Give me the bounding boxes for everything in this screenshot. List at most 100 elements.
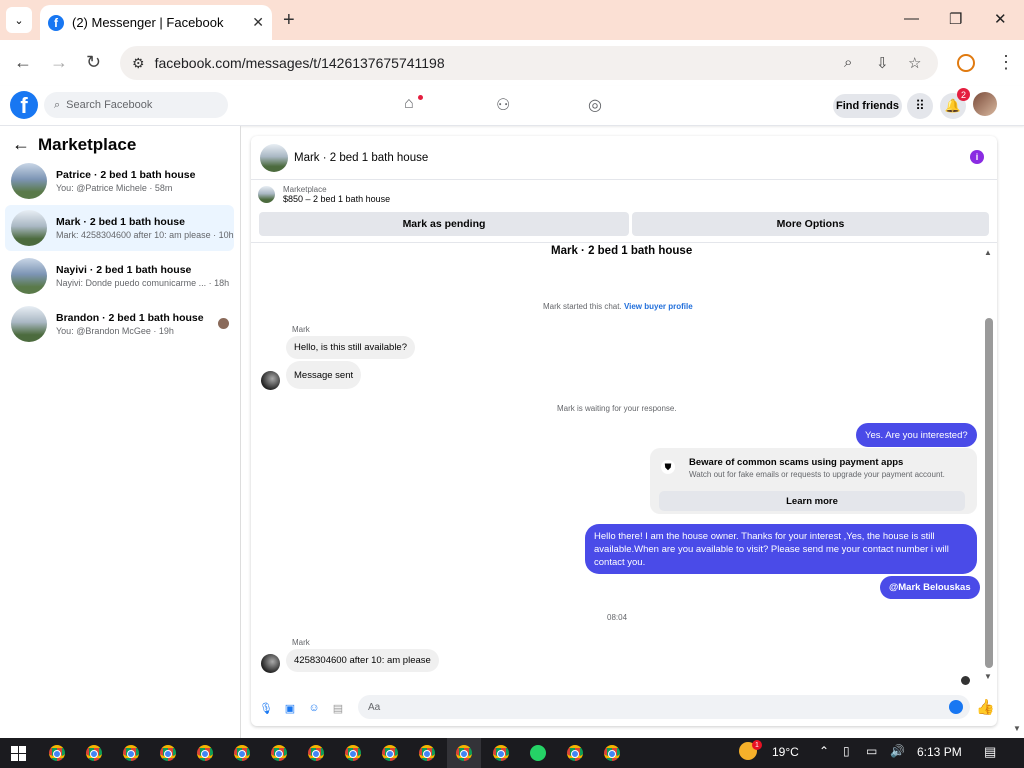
close-window-icon[interactable]: ✕ xyxy=(994,10,1007,28)
conversation-title: Patrice · 2 bed 1 bath house xyxy=(56,169,196,181)
scroll-down-icon[interactable]: ▼ xyxy=(984,672,992,681)
chrome-icon[interactable] xyxy=(567,745,583,761)
back-icon[interactable]: ← xyxy=(14,52,32,73)
new-tab-icon[interactable]: + xyxy=(283,9,295,32)
sticker-icon[interactable]: ☺ xyxy=(307,701,321,715)
minimize-icon[interactable]: — xyxy=(904,10,919,27)
whatsapp-icon[interactable] xyxy=(530,745,546,761)
seen-avatar xyxy=(218,318,229,329)
account-avatar[interactable] xyxy=(973,92,997,116)
incoming-message[interactable]: Message sent xyxy=(286,361,362,389)
chrome-icon[interactable] xyxy=(49,745,65,761)
learn-more-button[interactable]: Learn more xyxy=(659,491,965,511)
sender-avatar[interactable] xyxy=(261,371,280,390)
view-buyer-profile-link[interactable]: View buyer profile xyxy=(624,302,693,311)
conversation-item[interactable]: Nayivi · 2 bed 1 bath house Nayivi: Dond… xyxy=(5,253,234,299)
photo-icon[interactable]: ▣ xyxy=(283,701,297,715)
listing-thumbnail xyxy=(258,186,275,203)
restore-icon[interactable]: ❐ xyxy=(949,10,962,28)
browser-toolbar: ← → ↻ ⚙ facebook.com/messages/t/14261376… xyxy=(0,40,1024,86)
sidebar-title: Marketplace xyxy=(38,134,137,154)
url-text: facebook.com/messages/t/1426137675741198 xyxy=(154,55,445,71)
chrome-icon[interactable] xyxy=(308,745,324,761)
waiting-note: Mark is waiting for your response. xyxy=(557,404,677,413)
volume-icon[interactable]: 🔊 xyxy=(890,744,905,758)
zoom-icon[interactable]: ⌕ xyxy=(844,54,852,71)
more-options-button[interactable]: More Options xyxy=(632,212,989,236)
find-friends-button[interactable]: Find friends xyxy=(833,94,902,118)
browser-menu-icon[interactable]: ⋮ xyxy=(997,52,1015,73)
mark-as-pending-button[interactable]: Mark as pending xyxy=(259,212,629,236)
chat-scrollbar[interactable] xyxy=(985,318,993,668)
conversation-title: Nayivi · 2 bed 1 bath house xyxy=(56,264,192,276)
listing-thumbnail[interactable] xyxy=(260,143,288,172)
sender-avatar[interactable] xyxy=(261,654,280,673)
incoming-message[interactable]: Hello, is this still available? xyxy=(286,336,415,359)
outgoing-message[interactable]: Yes. Are you interested? xyxy=(856,423,977,447)
reload-icon[interactable]: ↻ xyxy=(86,52,101,73)
sidebar-header: ← Marketplace xyxy=(12,134,136,155)
install-app-icon[interactable]: ⇩ xyxy=(876,54,889,72)
conversation-item-active[interactable]: Mark · 2 bed 1 bath house Mark: 42583046… xyxy=(5,205,234,251)
address-bar[interactable]: ⚙ facebook.com/messages/t/14261376757411… xyxy=(120,46,938,80)
scroll-up-icon[interactable]: ▲ xyxy=(984,248,992,257)
search-icon: ⌕ xyxy=(54,98,61,111)
chrome-icon[interactable] xyxy=(234,745,250,761)
tray-device-icon[interactable]: ▯ xyxy=(843,744,850,758)
menu-grid-icon[interactable]: ⠿ xyxy=(907,93,933,119)
browser-profile-icon[interactable] xyxy=(957,54,975,72)
windows-start-icon[interactable] xyxy=(11,746,26,761)
browser-tab-messenger[interactable]: f (2) Messenger | Facebook ✕ xyxy=(40,5,272,40)
emoji-icon[interactable] xyxy=(949,700,963,714)
message-composer: 🎙 ▣ ☺ ▤ Aa 👍 xyxy=(251,692,997,724)
chrome-icon[interactable] xyxy=(419,745,435,761)
chrome-icon[interactable] xyxy=(123,745,139,761)
listing-thumbnail xyxy=(11,306,47,342)
tray-chevron-icon[interactable]: ⌃ xyxy=(819,744,829,758)
friends-icon[interactable]: ⚇ xyxy=(496,95,510,115)
chrome-icon[interactable] xyxy=(86,745,102,761)
microphone-icon[interactable]: 🎙 xyxy=(259,701,273,715)
back-arrow-icon[interactable]: ← xyxy=(12,134,30,155)
page-scroll-down-icon[interactable]: ▼ xyxy=(1013,724,1021,733)
facebook-logo-icon[interactable]: f xyxy=(10,91,38,119)
chrome-icon[interactable] xyxy=(493,745,509,761)
bookmark-star-icon[interactable]: ☆ xyxy=(908,54,921,72)
thumbs-up-icon[interactable]: 👍 xyxy=(976,698,995,716)
outgoing-mention-message[interactable]: @Mark Belouskas xyxy=(880,576,980,599)
chrome-icon[interactable] xyxy=(604,745,620,761)
listing-thumbnail xyxy=(11,258,47,294)
chat-header-name[interactable]: Mark · 2 bed 1 bath house xyxy=(294,152,428,164)
info-icon[interactable]: i xyxy=(970,150,984,164)
chrome-icon[interactable] xyxy=(382,745,398,761)
outgoing-message[interactable]: Hello there! I am the house owner. Thank… xyxy=(585,524,977,574)
home-icon[interactable]: ⌂ xyxy=(404,95,414,113)
incoming-message[interactable]: 4258304600 after 10: am please xyxy=(286,649,439,672)
marketplace-listing-row[interactable]: Marketplace $850 – 2 bed 1 bath house xyxy=(258,185,390,204)
listing-thumbnail xyxy=(11,210,47,246)
tab-search-dropdown[interactable]: ⌄ xyxy=(6,7,32,33)
search-input[interactable]: ⌕ Search Facebook xyxy=(44,92,228,118)
weather-badge: 1 xyxy=(752,740,762,750)
site-info-icon[interactable]: ⚙ xyxy=(132,55,145,72)
groups-icon[interactable]: ◎ xyxy=(588,95,602,115)
chrome-icon[interactable] xyxy=(197,745,213,761)
notification-center-icon[interactable]: ▤ xyxy=(984,744,996,760)
forward-icon[interactable]: → xyxy=(50,52,68,73)
scam-warning-card: ⛊ Beware of common scams using payment a… xyxy=(650,448,977,514)
network-icon[interactable]: ▭ xyxy=(866,744,877,758)
gif-icon[interactable]: ▤ xyxy=(331,701,345,715)
search-placeholder: Search Facebook xyxy=(66,99,153,111)
chrome-icon[interactable] xyxy=(456,745,472,761)
conversation-item[interactable]: Patrice · 2 bed 1 bath house You: @Patri… xyxy=(5,158,234,204)
message-input[interactable]: Aa xyxy=(358,695,970,719)
chrome-icon[interactable] xyxy=(271,745,287,761)
chrome-icon[interactable] xyxy=(160,745,176,761)
close-tab-icon[interactable]: ✕ xyxy=(252,14,264,31)
chrome-icon[interactable] xyxy=(345,745,361,761)
scam-warning-title: Beware of common scams using payment app… xyxy=(689,457,904,468)
conversation-item[interactable]: Brandon · 2 bed 1 bath house You: @Brand… xyxy=(5,301,234,347)
divider xyxy=(251,242,997,243)
temperature-text[interactable]: 19°C xyxy=(772,745,799,759)
clock-text[interactable]: 6:13 PM xyxy=(917,745,962,759)
